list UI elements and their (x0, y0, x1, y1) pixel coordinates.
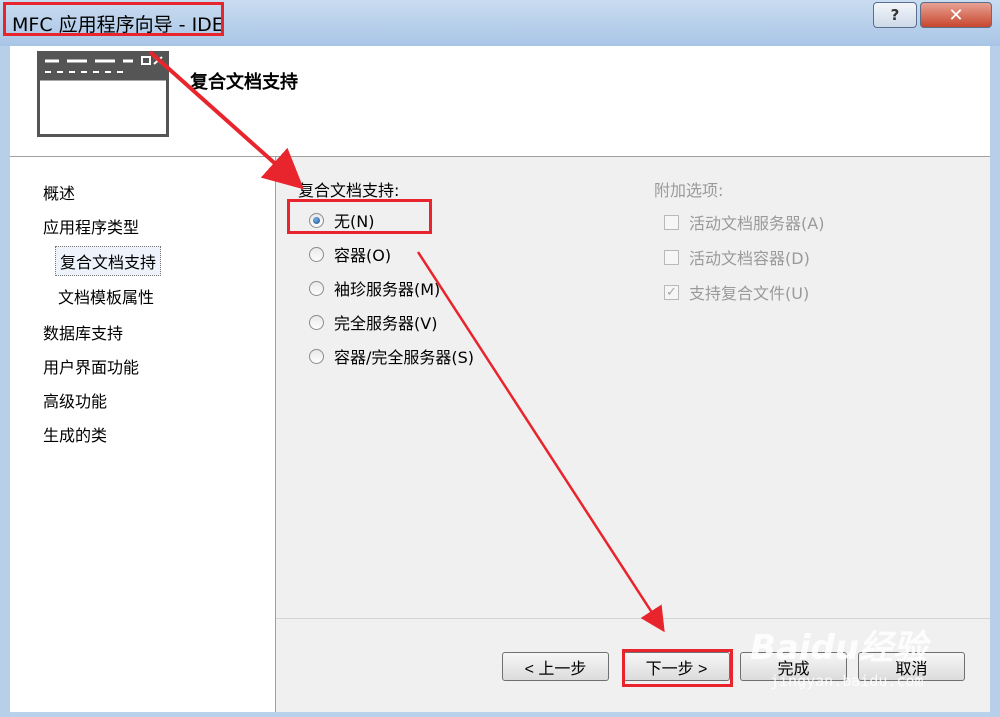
nav-item-compound-doc[interactable]: 复合文档支持 (55, 246, 162, 276)
close-icon: ✕ (948, 4, 964, 26)
dialog-client-area: 复合文档支持 概述 应用程序类型 复合文档支持 文档模板属性 数据库支持 用户界… (10, 46, 990, 712)
title-highlight-box (3, 2, 224, 36)
option-highlight-box (287, 199, 432, 234)
radio-container-full-server-label: 容器/完全服务器(S) (334, 348, 475, 367)
nav-item-overview[interactable]: 概述 (43, 180, 75, 204)
radio-full-server-label: 完全服务器(V) (334, 314, 438, 333)
window-frame-left (0, 46, 10, 717)
checkbox-compound-files-label: 支持复合文件(U) (689, 284, 810, 303)
checkbox-unchecked-icon[interactable] (664, 249, 679, 265)
checkbox-unchecked-icon[interactable] (664, 214, 679, 230)
radio-container[interactable]: 容器(O) (309, 242, 391, 266)
radio-mini-server-label: 袖珍服务器(M) (334, 280, 441, 299)
compound-group-label: 复合文档支持: (298, 181, 400, 200)
wizard-header: 复合文档支持 (10, 46, 990, 156)
next-highlight-box (622, 649, 733, 687)
page-title: 复合文档支持 (190, 72, 298, 93)
help-button[interactable]: ? (873, 2, 917, 28)
radio-unchecked-icon[interactable] (309, 348, 324, 364)
title-bar: MFC 应用程序向导 - IDE ? ✕ (0, 0, 1000, 46)
checkbox-active-doc-container-label: 活动文档容器(D) (689, 249, 810, 268)
radio-container-full-server[interactable]: 容器/完全服务器(S) (309, 344, 474, 368)
radio-unchecked-icon[interactable] (309, 246, 324, 262)
back-button[interactable]: < 上一步 (502, 652, 609, 681)
radio-container-label: 容器(O) (334, 246, 392, 265)
nav-item-ui-features[interactable]: 用户界面功能 (43, 354, 139, 378)
radio-mini-server[interactable]: 袖珍服务器(M) (309, 276, 440, 300)
checkbox-active-doc-server-label: 活动文档服务器(A) (689, 214, 825, 233)
help-icon: ? (890, 6, 900, 24)
checkmark-icon[interactable]: ✓ (664, 284, 679, 300)
radio-unchecked-icon[interactable] (309, 280, 324, 296)
wizard-window-icon (37, 51, 169, 137)
nav-item-generated-classes[interactable]: 生成的类 (43, 422, 107, 446)
radio-full-server[interactable]: 完全服务器(V) (309, 310, 437, 334)
nav-item-app-type[interactable]: 应用程序类型 (43, 214, 139, 238)
nav-item-database[interactable]: 数据库支持 (43, 320, 123, 344)
nav-item-advanced[interactable]: 高级功能 (43, 388, 107, 412)
close-button[interactable]: ✕ (920, 2, 992, 28)
checkbox-active-doc-container[interactable]: 活动文档容器(D) (664, 245, 810, 269)
checkbox-compound-files[interactable]: ✓ 支持复合文件(U) (664, 280, 809, 304)
additional-group-label: 附加选项: (654, 181, 724, 200)
window-frame-right (990, 46, 1000, 717)
checkbox-active-doc-server[interactable]: 活动文档服务器(A) (664, 210, 824, 234)
watermark-url: jingyan.baidu.com (770, 672, 924, 690)
nav-item-doc-template[interactable]: 文档模板属性 (58, 284, 154, 308)
radio-unchecked-icon[interactable] (309, 314, 324, 330)
footer-divider (276, 618, 990, 619)
wizard-nav: 概述 应用程序类型 复合文档支持 文档模板属性 数据库支持 用户界面功能 高级功… (10, 157, 275, 712)
watermark-logo: Baidu经验 (750, 628, 928, 668)
